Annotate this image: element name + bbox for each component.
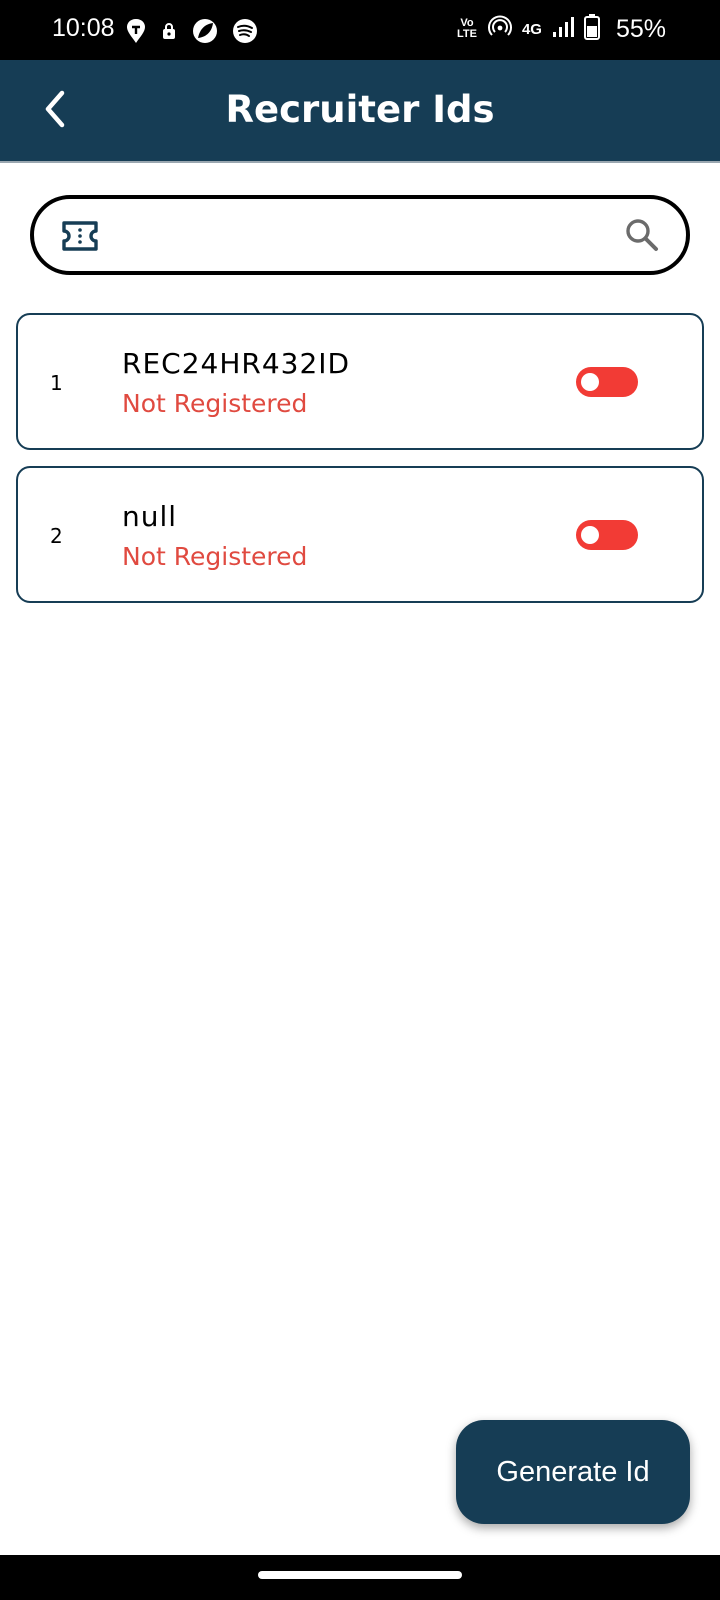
toggle-knob [581, 526, 599, 544]
ticket-icon [60, 219, 100, 257]
app-leaf-icon [192, 18, 218, 48]
home-indicator[interactable] [258, 1571, 462, 1579]
card-index: 2 [50, 524, 63, 548]
toggle-knob [581, 373, 599, 391]
status-toggle[interactable] [576, 520, 638, 550]
spotify-icon [232, 18, 258, 48]
swiggy-icon [126, 18, 146, 48]
search-input[interactable] [124, 213, 594, 257]
hotspot-icon [487, 15, 512, 43]
recruiter-card[interactable]: 1 REC24HR432ID Not Registered [16, 313, 704, 450]
signal-icon [552, 16, 574, 42]
status-icons-left [126, 18, 258, 48]
recruiter-card[interactable]: 2 null Not Registered [16, 466, 704, 603]
status-toggle[interactable] [576, 367, 638, 397]
search-icon[interactable] [624, 217, 660, 257]
notification-lock-icon [160, 22, 178, 44]
navigation-bar [0, 1555, 720, 1600]
app-bar: Recruiter Ids [0, 60, 720, 163]
status-icons-right: Vo LTE 4G 55% [456, 14, 666, 44]
card-index: 1 [50, 371, 63, 395]
battery-percent: 55% [615, 14, 666, 43]
generate-id-button[interactable]: Generate Id [456, 1420, 690, 1524]
volte-icon: Vo LTE [456, 17, 477, 40]
recruiter-id: REC24HR432ID [122, 347, 351, 380]
network-type: 4G [521, 20, 542, 38]
battery-icon [583, 14, 600, 44]
search-bar[interactable] [30, 195, 690, 275]
registration-status: Not Registered [122, 542, 308, 571]
status-time: 10:08 [52, 14, 115, 42]
page-title: Recruiter Ids [225, 88, 495, 131]
recruiter-id: null [122, 500, 178, 533]
status-bar: 10:08 Vo LTE 4G 55% [0, 0, 720, 60]
registration-status: Not Registered [122, 389, 308, 418]
